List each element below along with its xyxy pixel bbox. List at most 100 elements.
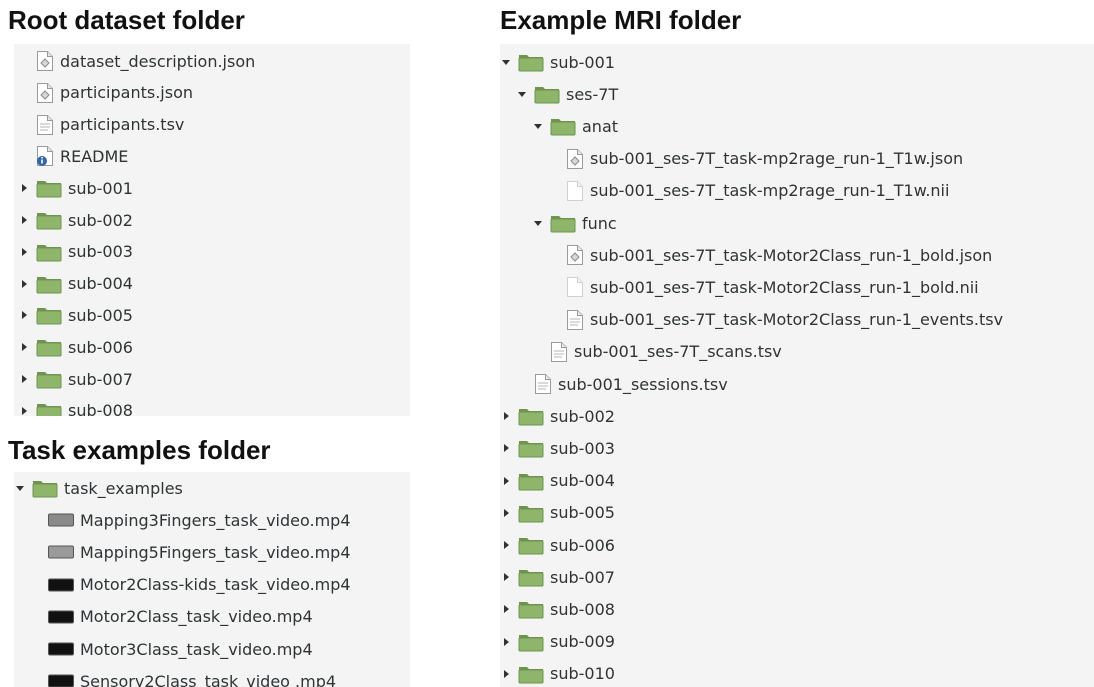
tree-row-label: sub-001_ses-7T_task-Motor2Class_run-1_bo…	[590, 277, 979, 297]
tree-row-sub-001-ses-7t-task-mp2rage-run-1-t1w-json[interactable]: sub-001_ses-7T_task-mp2rage_run-1_T1w.js…	[500, 145, 1094, 173]
collapsed-arrow-icon[interactable]	[500, 539, 512, 551]
collapsed-arrow-icon[interactable]	[18, 405, 30, 416]
folder-icon	[36, 274, 62, 294]
tree-row-label: sub-004	[68, 274, 133, 294]
folder-icon	[518, 438, 544, 458]
collapsed-arrow-icon[interactable]	[18, 278, 30, 290]
tree-row-label: participants.tsv	[60, 115, 185, 135]
tree-row-motor2class-task-video-mp4[interactable]: Motor2Class_task_video.mp4	[14, 603, 410, 631]
tree-row-label: sub-001_ses-7T_task-Motor2Class_run-1_bo…	[590, 245, 993, 265]
video-thumbnail-icon	[48, 513, 74, 527]
collapsed-arrow-icon[interactable]	[18, 341, 30, 353]
collapsed-arrow-icon[interactable]	[500, 410, 512, 422]
tree-row-dataset-description-json[interactable]: dataset_description.json	[14, 47, 410, 75]
tree-row-participants-tsv[interactable]: participants.tsv	[14, 111, 410, 139]
tree-row-anat[interactable]: anat	[500, 112, 1094, 140]
info-file-icon	[36, 145, 54, 167]
tree-row-sub-005[interactable]: sub-005	[14, 301, 410, 329]
expanded-arrow-icon[interactable]	[500, 56, 512, 68]
collapsed-arrow-icon[interactable]	[18, 309, 30, 321]
collapsed-arrow-icon[interactable]	[18, 373, 30, 385]
tree-row-motor3class-task-video-mp4[interactable]: Motor3Class_task_video.mp4	[14, 635, 410, 663]
folder-icon	[518, 632, 544, 652]
tree-row-label: sub-009	[550, 632, 615, 652]
tree-row-motor2class-kids-task-video-mp4[interactable]: Motor2Class-kids_task_video.mp4	[14, 571, 410, 599]
collapsed-arrow-icon[interactable]	[18, 182, 30, 194]
tree-row-sub-002[interactable]: sub-002	[14, 206, 410, 234]
tree-row-sub-001-ses-7t-task-motor2class-run-1-bold-nii[interactable]: sub-001_ses-7T_task-Motor2Class_run-1_bo…	[500, 273, 1094, 301]
tree-row-sensory2class-task-video-mp4[interactable]: Sensory2Class_task_video .mp4	[14, 667, 410, 687]
tree-row-label: sub-001	[550, 52, 615, 72]
tree-row-label: sub-008	[68, 401, 133, 416]
tree-row-mapping5fingers-task-video-mp4[interactable]: Mapping5Fingers_task_video.mp4	[14, 538, 410, 566]
expanded-arrow-icon[interactable]	[516, 88, 528, 100]
expanded-arrow-icon[interactable]	[532, 217, 544, 229]
folder-icon	[36, 210, 62, 230]
tree-row-sub-001-sessions-tsv[interactable]: sub-001_sessions.tsv	[500, 370, 1094, 398]
tree-row-label: sub-007	[550, 567, 615, 587]
tree-row-label: sub-001_ses-7T_task-Motor2Class_run-1_ev…	[590, 310, 1004, 330]
tree-row-sub-001-ses-7t-task-motor2class-run-1-bold-json[interactable]: sub-001_ses-7T_task-Motor2Class_run-1_bo…	[500, 241, 1094, 269]
collapsed-arrow-icon[interactable]	[500, 668, 512, 680]
folder-icon	[518, 471, 544, 491]
tree-row-sub-001[interactable]: sub-001	[500, 48, 1094, 76]
tree-row-sub-004[interactable]: sub-004	[500, 467, 1094, 495]
collapsed-arrow-icon[interactable]	[500, 507, 512, 519]
collapsed-arrow-icon[interactable]	[500, 442, 512, 454]
tree-row-mapping3fingers-task-video-mp4[interactable]: Mapping3Fingers_task_video.mp4	[14, 506, 410, 534]
tree-row-sub-006[interactable]: sub-006	[14, 333, 410, 361]
tree-row-readme[interactable]: README	[14, 142, 410, 170]
tree-row-sub-008[interactable]: sub-008	[14, 397, 410, 416]
folder-icon	[518, 503, 544, 523]
folder-icon	[32, 478, 58, 498]
expanded-arrow-icon[interactable]	[14, 482, 26, 494]
tree-row-sub-003[interactable]: sub-003	[500, 434, 1094, 462]
tree-row-participants-json[interactable]: participants.json	[14, 79, 410, 107]
tree-row-label: Mapping5Fingers_task_video.mp4	[80, 542, 351, 562]
tree-row-sub-006[interactable]: sub-006	[500, 531, 1094, 559]
tree-row-sub-005[interactable]: sub-005	[500, 499, 1094, 527]
folder-icon	[36, 401, 62, 416]
tree-row-sub-007[interactable]: sub-007	[500, 563, 1094, 591]
collapsed-arrow-icon[interactable]	[500, 571, 512, 583]
folder-icon	[36, 305, 62, 325]
tree-row-sub-001-ses-7t-task-mp2rage-run-1-t1w-nii[interactable]: sub-001_ses-7T_task-mp2rage_run-1_T1w.ni…	[500, 177, 1094, 205]
tree-row-label: task_examples	[64, 478, 183, 498]
collapsed-arrow-icon[interactable]	[500, 475, 512, 487]
tree-row-sub-007[interactable]: sub-007	[14, 365, 410, 393]
tree-row-label: dataset_description.json	[60, 51, 256, 71]
folder-icon	[36, 337, 62, 357]
tree-row-label: sub-001_ses-7T_task-mp2rage_run-1_T1w.js…	[590, 149, 964, 169]
tree-row-sub-009[interactable]: sub-009	[500, 628, 1094, 656]
folder-icon	[36, 178, 62, 198]
tree-row-func[interactable]: func	[500, 209, 1094, 237]
collapsed-arrow-icon[interactable]	[18, 214, 30, 226]
tree-row-task-examples[interactable]: task_examples	[14, 474, 410, 502]
tree-row-sub-008[interactable]: sub-008	[500, 595, 1094, 623]
tree-row-sub-002[interactable]: sub-002	[500, 402, 1094, 430]
tree-row-sub-001-ses-7t-task-motor2class-run-1-events-tsv[interactable]: sub-001_ses-7T_task-Motor2Class_run-1_ev…	[500, 306, 1094, 334]
collapsed-arrow-icon[interactable]	[18, 246, 30, 258]
json-file-icon	[36, 82, 54, 104]
collapsed-arrow-icon[interactable]	[500, 603, 512, 615]
tree-row-sub-003[interactable]: sub-003	[14, 238, 410, 266]
tree-row-label: sub-002	[550, 406, 615, 426]
tree-row-ses-7t[interactable]: ses-7T	[500, 80, 1094, 108]
video-thumbnail-icon	[48, 610, 74, 624]
tree-row-sub-001-ses-7t-scans-tsv[interactable]: sub-001_ses-7T_scans.tsv	[500, 338, 1094, 366]
folder-icon	[518, 406, 544, 426]
expanded-arrow-icon[interactable]	[532, 120, 544, 132]
tree-row-sub-004[interactable]: sub-004	[14, 270, 410, 298]
tree-row-sub-010[interactable]: sub-010	[500, 660, 1094, 687]
collapsed-arrow-icon[interactable]	[500, 636, 512, 648]
task-examples-tree: task_examples Mapping3Fingers_task_video…	[14, 472, 410, 687]
json-file-icon	[566, 244, 584, 266]
tree-row-sub-001[interactable]: sub-001	[14, 174, 410, 202]
blank-file-icon	[566, 180, 584, 202]
